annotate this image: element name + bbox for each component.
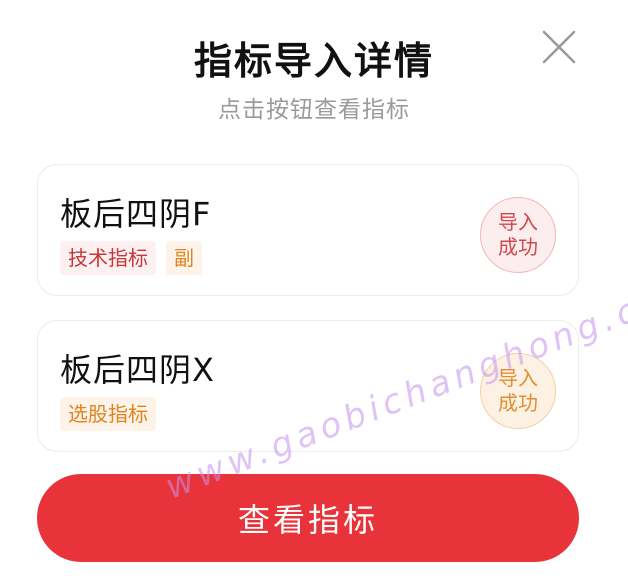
indicator-card[interactable]: 板后四阴X 选股指标 导入 成功 [37,320,579,452]
indicator-tags: 技术指标 副 [60,241,202,275]
stamp-line-1: 导入 [498,210,538,234]
indicator-import-dialog: 指标导入详情 点击按钮查看指标 板后四阴F 技术指标 副 导入 成功 板后四阴X… [0,0,628,586]
stamp-line-2: 成功 [498,391,538,415]
stamp-line-2: 成功 [498,235,538,259]
indicator-card[interactable]: 板后四阴F 技术指标 副 导入 成功 [37,164,579,296]
import-success-stamp: 导入 成功 [480,197,556,273]
indicator-name: 板后四阴X [60,351,215,389]
import-success-stamp: 导入 成功 [480,353,556,429]
dialog-subtitle: 点击按钮查看指标 [218,97,410,123]
tag-sub: 副 [166,241,202,275]
tag-technical-indicator: 技术指标 [60,241,156,275]
indicator-name: 板后四阴F [60,195,212,233]
view-indicators-button[interactable]: 查看指标 [37,474,579,562]
close-icon[interactable] [540,28,578,66]
stamp-line-1: 导入 [498,366,538,390]
indicator-tags: 选股指标 [60,397,156,431]
tag-stock-selection-indicator: 选股指标 [60,397,156,431]
dialog-title: 指标导入详情 [193,39,434,83]
